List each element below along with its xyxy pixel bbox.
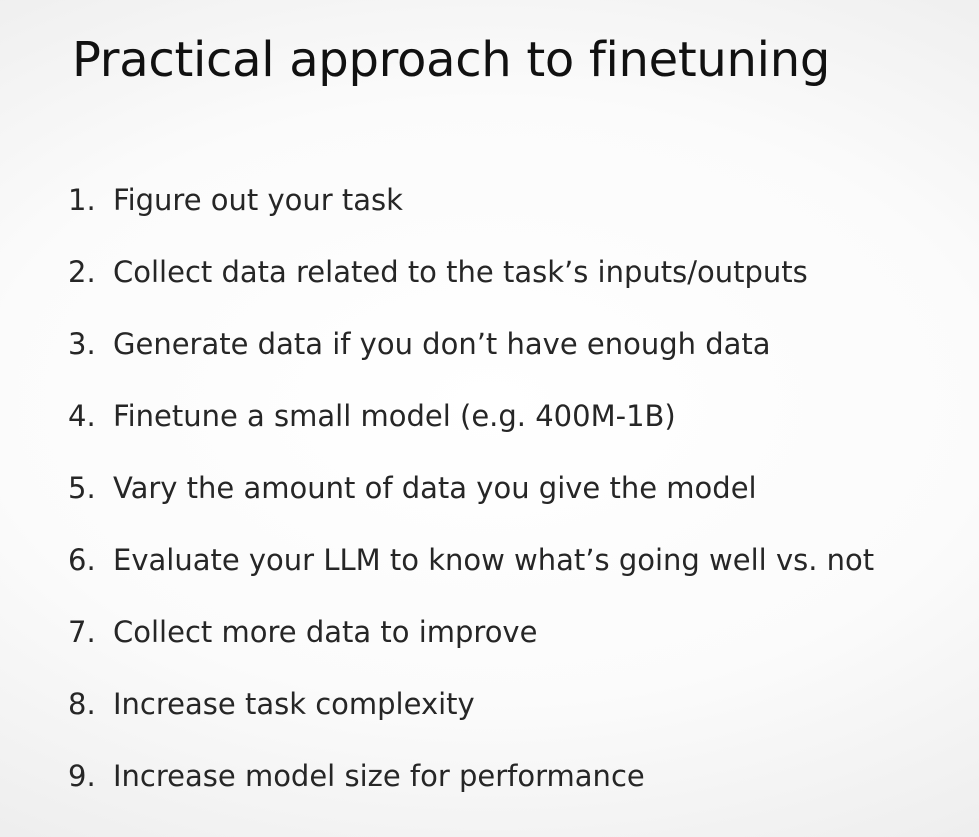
step-text: Increase task complexity [113,687,475,721]
step-number: 3. [68,327,96,361]
step-text: Generate data if you don’t have enough d… [113,327,771,361]
step-text: Figure out your task [113,183,403,217]
step-number: 6. [68,543,96,577]
list-item: 2. Collect data related to the task’s in… [68,236,874,308]
list-item: 5. Vary the amount of data you give the … [68,452,874,524]
step-number: 4. [68,399,96,433]
step-number: 5. [68,471,96,505]
step-text: Collect data related to the task’s input… [113,255,808,289]
list-item: 4. Finetune a small model (e.g. 400M-1B) [68,380,874,452]
list-item: 7. Collect more data to improve [68,596,874,668]
step-text: Finetune a small model (e.g. 400M-1B) [113,399,676,433]
step-text: Evaluate your LLM to know what’s going w… [113,543,875,577]
step-text: Vary the amount of data you give the mod… [113,471,757,505]
list-item: 9. Increase model size for performance [68,740,874,812]
step-number: 2. [68,255,96,289]
step-text: Collect more data to improve [113,615,538,649]
slide: Practical approach to finetuning 1. Figu… [0,0,979,837]
list-item: 6. Evaluate your LLM to know what’s goin… [68,524,874,596]
step-number: 9. [68,759,96,793]
list-item: 1. Figure out your task [68,164,874,236]
step-number: 1. [68,183,96,217]
steps-list: 1. Figure out your task 2. Collect data … [68,164,874,812]
list-item: 3. Generate data if you don’t have enoug… [68,308,874,380]
step-number: 7. [68,615,96,649]
slide-title: Practical approach to finetuning [72,32,831,88]
step-number: 8. [68,687,96,721]
step-text: Increase model size for performance [113,759,645,793]
list-item: 8. Increase task complexity [68,668,874,740]
